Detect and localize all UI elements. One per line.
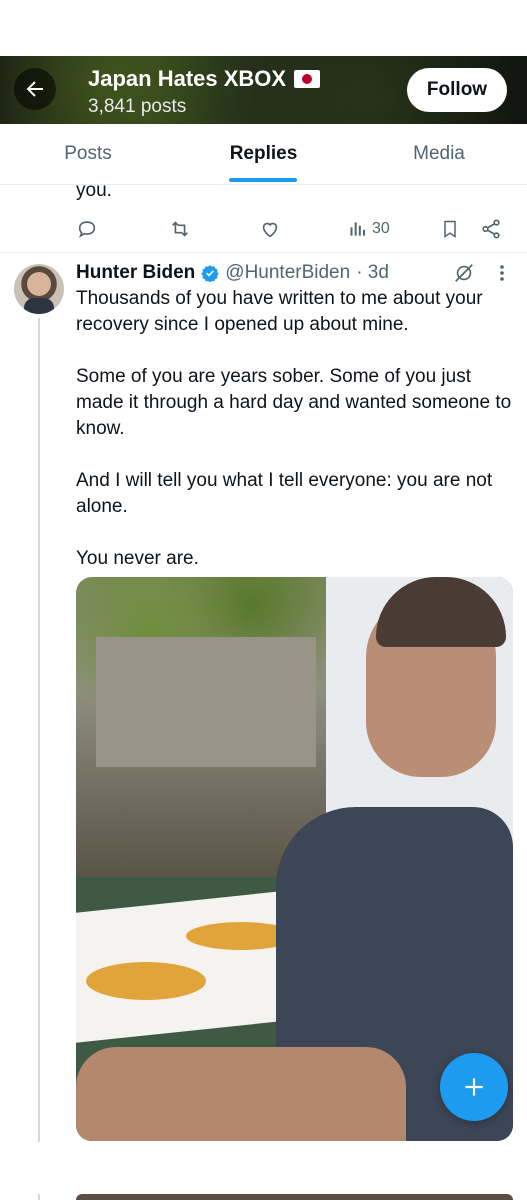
tweet-divider [0, 252, 527, 253]
tab-media[interactable]: Media [351, 124, 527, 184]
active-tab-indicator [229, 178, 297, 182]
grok-icon[interactable] [453, 262, 475, 284]
photo-cheetah-drawing [86, 962, 206, 1000]
tweet-photo[interactable] [76, 577, 513, 1141]
like-icon [262, 222, 278, 238]
like-button[interactable] [259, 214, 281, 244]
thread-line [38, 1194, 40, 1200]
compose-plus-icon [465, 1078, 483, 1096]
retweet-icon [172, 221, 188, 237]
previous-tweet-actions: 30 [76, 214, 508, 244]
follow-button[interactable]: Follow [407, 68, 507, 112]
tweet-paragraph: And I will tell you what I tell everyone… [76, 470, 493, 517]
previous-tweet-text: you. [76, 180, 112, 201]
views-icon [350, 222, 365, 236]
status-bar [0, 0, 527, 56]
verified-icon [201, 264, 219, 282]
avatar[interactable] [14, 264, 64, 314]
retweet-button[interactable] [168, 214, 192, 244]
profile-tabs: Posts Replies Media [0, 124, 527, 185]
tweet-time[interactable]: · 3d [356, 262, 389, 284]
more-icon[interactable] [494, 262, 510, 284]
post-count: 3,841 posts [88, 96, 187, 117]
author-name[interactable]: Hunter Biden [76, 262, 195, 284]
author-handle[interactable]: @HunterBiden [225, 262, 350, 284]
compose-button[interactable] [440, 1053, 508, 1121]
views-count: 30 [372, 220, 390, 237]
bookmark-icon [444, 220, 456, 238]
tweet-paragraph: Some of you are years sober. Some of you… [76, 366, 512, 439]
back-arrow-icon [26, 81, 43, 97]
tweet-paragraph: Thousands of you have written to me abou… [76, 288, 483, 335]
back-button[interactable] [14, 68, 56, 110]
japan-flag-icon [294, 70, 321, 88]
profile-header: Japan Hates XBOX 3,841 posts Follow [0, 56, 527, 124]
profile-title: Japan Hates XBOX [88, 66, 321, 92]
tab-replies[interactable]: Replies [176, 124, 351, 184]
tweet-body: Thousands of you have written to me abou… [76, 286, 516, 598]
profile-name: Japan Hates XBOX [88, 66, 287, 91]
tweet-paragraph: You never are. [76, 548, 199, 569]
photo-person-arm [76, 1047, 406, 1141]
views-button[interactable]: 30 [348, 214, 390, 244]
tab-posts[interactable]: Posts [0, 124, 176, 184]
photo-stone-wall [96, 637, 316, 767]
next-tweet-photo[interactable] [76, 1194, 513, 1200]
share-icon [482, 219, 500, 239]
reply-icon [78, 221, 96, 238]
share-button[interactable] [480, 214, 502, 244]
thread-line [38, 318, 40, 1142]
bookmark-button[interactable] [440, 214, 460, 244]
reply-button[interactable] [76, 214, 98, 244]
tweet-header: Hunter Biden @HunterBiden · 3d [76, 260, 389, 286]
